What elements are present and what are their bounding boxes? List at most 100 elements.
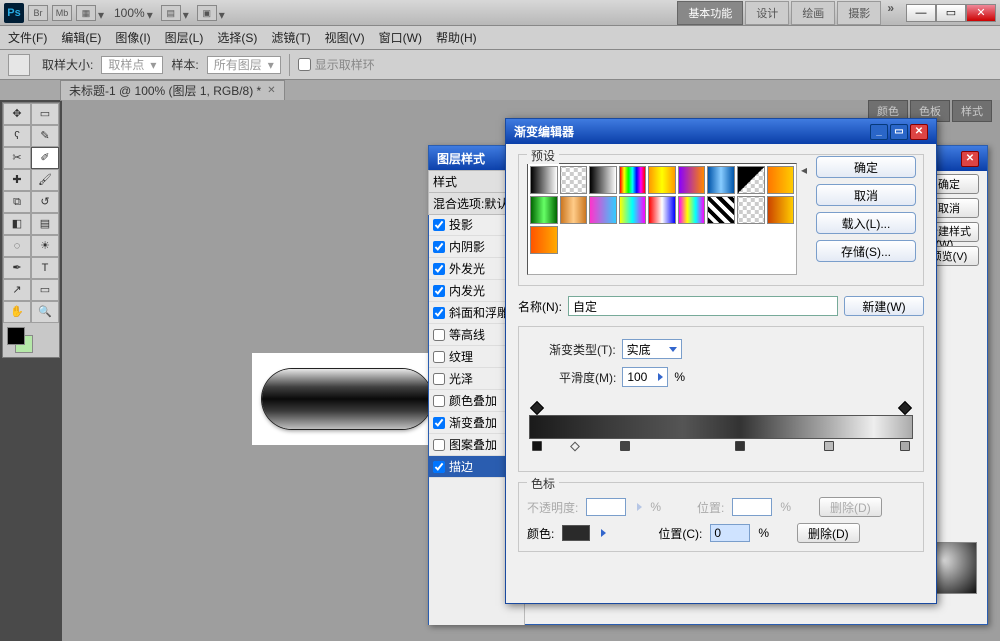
gradient-presets[interactable] [527,163,797,275]
screen-mode-drop[interactable]: ▾ [98,8,108,18]
style-item-check[interactable] [433,307,445,319]
presets-menu-icon[interactable]: ◂ [801,163,807,177]
grad-save-button[interactable]: 存储(S)... [816,240,916,262]
extras-drop[interactable]: ▾ [219,8,229,18]
workspace-tab-photography[interactable]: 摄影 [837,1,881,25]
preset-swatch[interactable] [619,166,647,194]
preset-swatch[interactable] [560,166,588,194]
grad-new-button[interactable]: 新建(W) [844,296,924,316]
tool-stamp[interactable]: ⧉ [3,191,31,213]
menu-edit[interactable]: 编辑(E) [61,29,101,46]
grad-maximize-icon[interactable]: ▭ [890,124,908,140]
tool-heal[interactable]: ✚ [3,169,31,191]
preset-swatch[interactable] [707,166,735,194]
tool-brush[interactable]: 🖌 [31,169,59,191]
menu-image[interactable]: 图像(I) [115,29,150,46]
preset-swatch[interactable] [619,196,647,224]
color-stop[interactable] [735,441,745,451]
preset-swatch[interactable] [589,166,617,194]
color-stop[interactable] [532,441,542,451]
style-item-check[interactable] [433,373,445,385]
gradient-titlebar[interactable]: 渐变编辑器 _ ▭ ✕ [506,119,936,144]
doc-close-icon[interactable]: ✕ [267,85,275,96]
color-stop[interactable] [620,441,630,451]
sample-select[interactable]: 所有图层▾ [207,56,281,74]
stop-color-well[interactable] [562,525,590,541]
arrange-drop[interactable]: ▾ [183,8,193,18]
workspace-tab-design[interactable]: 设计 [745,1,789,25]
color-stops-track[interactable] [529,439,913,451]
grad-close-icon[interactable]: ✕ [910,124,928,140]
tool-lasso[interactable]: ʕ [3,125,31,147]
preset-swatch[interactable] [560,196,588,224]
gradient-name-input[interactable] [568,296,838,316]
menu-select[interactable]: 选择(S) [217,29,257,46]
grad-minimize-icon[interactable]: _ [870,124,888,140]
style-item-check[interactable] [433,439,445,451]
preset-swatch[interactable] [767,166,795,194]
layer-style-close-icon[interactable]: ✕ [961,151,979,167]
color-loc-input[interactable] [710,524,750,542]
show-ring-checkbox[interactable]: 显示取样环 [298,56,375,73]
tool-marquee[interactable]: ▭ [31,103,59,125]
foreground-swatch[interactable] [7,327,25,345]
style-item-check[interactable] [433,461,445,473]
tool-shape[interactable]: ▭ [31,279,59,301]
color-stop[interactable] [824,441,834,451]
tool-move[interactable]: ✥ [3,103,31,125]
color-stop[interactable] [900,441,910,451]
style-item-check[interactable] [433,285,445,297]
grad-load-button[interactable]: 载入(L)... [816,212,916,234]
zoom-level[interactable]: 100% [114,6,145,20]
workspace-more[interactable]: » [887,1,894,25]
style-item-check[interactable] [433,219,445,231]
maximize-button[interactable]: ▭ [936,4,966,22]
screen-mode-icon[interactable]: ▦ [76,5,96,21]
tool-eyedropper[interactable]: ✐ [31,147,59,169]
smoothness-input[interactable]: 100 [622,367,668,387]
menu-file[interactable]: 文件(F) [8,29,47,46]
style-item-check[interactable] [433,329,445,341]
style-item-check[interactable] [433,395,445,407]
gradient-bar[interactable] [529,415,913,439]
preset-swatch[interactable] [737,196,765,224]
preset-swatch[interactable] [648,196,676,224]
menu-layer[interactable]: 图层(L) [165,29,204,46]
minimize-button[interactable]: ― [906,4,936,22]
style-item-check[interactable] [433,351,445,363]
tool-eraser[interactable]: ◧ [3,213,31,235]
tool-blur[interactable]: ◌ [3,235,31,257]
workspace-tab-painting[interactable]: 绘画 [791,1,835,25]
tool-history[interactable]: ↺ [31,191,59,213]
preset-swatch[interactable] [707,196,735,224]
preset-swatch[interactable] [530,226,558,254]
tool-type[interactable]: T [31,257,59,279]
menu-window[interactable]: 窗口(W) [379,29,422,46]
grad-cancel-button[interactable]: 取消 [816,184,916,206]
tool-path[interactable]: ↗ [3,279,31,301]
opacity-stop[interactable] [530,401,544,415]
tool-quickselect[interactable]: ✎ [31,125,59,147]
extras-icon[interactable]: ▣ [197,5,217,21]
tool-zoom[interactable]: 🔍 [31,301,59,323]
preset-swatch[interactable] [767,196,795,224]
preset-swatch[interactable] [530,196,558,224]
tool-hand[interactable]: ✋ [3,301,31,323]
preset-swatch[interactable] [678,196,706,224]
preset-swatch[interactable] [589,196,617,224]
menu-help[interactable]: 帮助(H) [436,29,477,46]
menu-filter[interactable]: 滤镜(T) [271,29,310,46]
opacity-stops-track[interactable] [529,403,913,415]
close-button[interactable]: ✕ [966,4,996,22]
sample-size-select[interactable]: 取样点▾ [101,56,163,74]
preset-swatch[interactable] [737,166,765,194]
minibridge-icon[interactable]: Mb [52,5,72,21]
tool-gradient[interactable]: ▤ [31,213,59,235]
midpoint-handle[interactable] [570,442,580,452]
bridge-icon[interactable]: Br [28,5,48,21]
style-item-check[interactable] [433,417,445,429]
zoom-drop[interactable]: ▾ [147,8,157,18]
opacity-stop[interactable] [898,401,912,415]
workspace-tab-essentials[interactable]: 基本功能 [677,1,743,25]
tool-dodge[interactable]: ☀ [31,235,59,257]
